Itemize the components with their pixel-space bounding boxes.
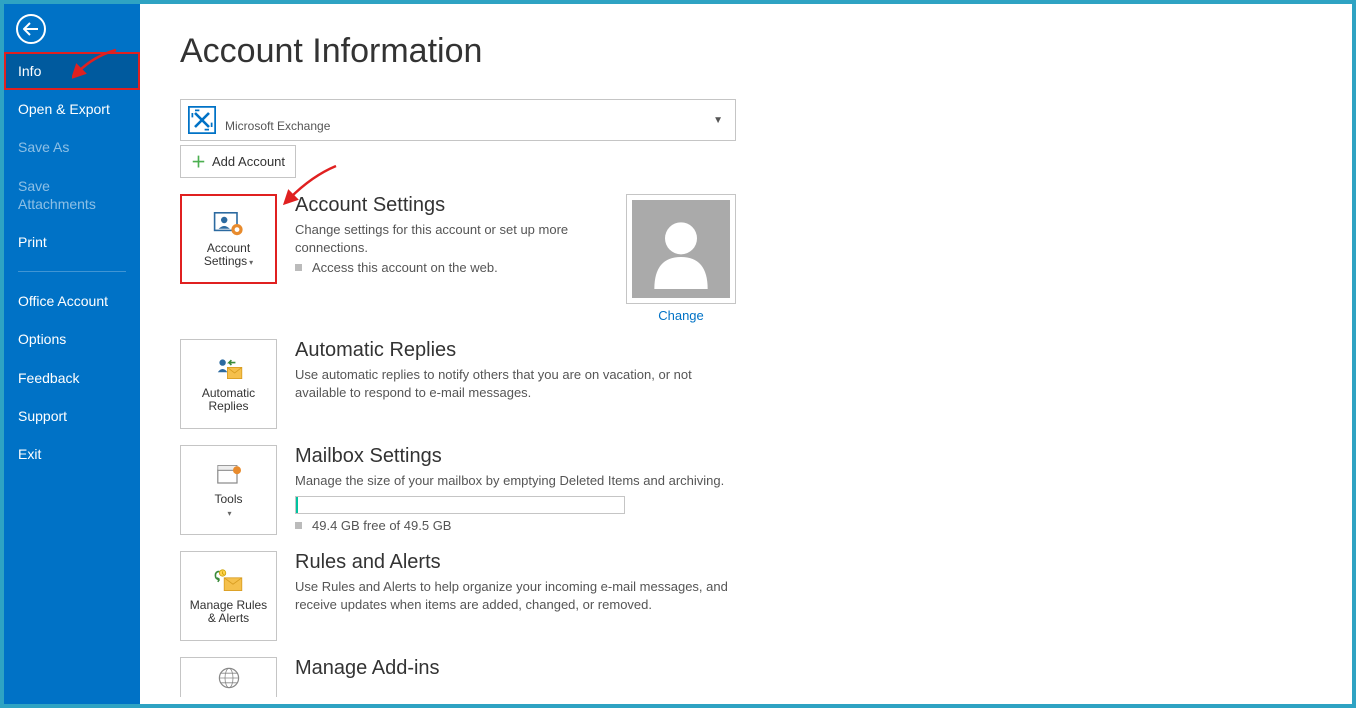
manage-addins-tile[interactable] xyxy=(180,657,277,697)
person-placeholder-icon xyxy=(641,209,721,289)
section-title-manage-addins: Manage Add-ins xyxy=(295,657,440,680)
page-title: Account Information xyxy=(180,32,1312,71)
rules-alerts-icon xyxy=(213,567,245,595)
chevron-down-icon: ▼ xyxy=(713,115,723,126)
back-button[interactable] xyxy=(16,14,46,44)
sidebar-item-info[interactable]: Info xyxy=(4,52,140,90)
change-photo-link[interactable]: Change xyxy=(658,308,704,323)
tools-icon xyxy=(213,461,245,489)
tile-label: Account Settings▾ xyxy=(186,242,271,268)
mailbox-usage-bar xyxy=(295,496,625,514)
sidebar-item-save-as: Save As xyxy=(4,128,140,166)
add-account-button[interactable]: ＋ Add Account xyxy=(180,145,296,178)
section-title-rules-alerts: Rules and Alerts xyxy=(295,551,735,574)
add-account-label: Add Account xyxy=(212,154,285,169)
sidebar-item-support[interactable]: Support xyxy=(4,397,140,435)
sidebar-separator xyxy=(18,271,126,272)
exchange-icon xyxy=(187,105,217,135)
web-access-text: Access this account on the web. xyxy=(312,260,498,275)
mailbox-usage-fill xyxy=(296,497,298,513)
tile-label: Automatic Replies xyxy=(185,387,272,413)
sidebar-item-label: Info xyxy=(18,63,41,79)
automatic-replies-tile[interactable]: Automatic Replies xyxy=(180,339,277,429)
file-backstage-sidebar: Info Open & Export Save As Save Attachme… xyxy=(4,4,140,704)
sidebar-item-label: Office Account xyxy=(18,293,108,309)
back-arrow-icon xyxy=(23,22,39,36)
mailbox-free-text: 49.4 GB free of 49.5 GB xyxy=(312,518,451,533)
account-type-label: Microsoft Exchange xyxy=(225,119,330,133)
sidebar-item-label: Print xyxy=(18,234,47,250)
sidebar-item-label: Save Attachments xyxy=(18,178,96,212)
avatar xyxy=(626,194,736,304)
account-settings-tile[interactable]: Account Settings▾ xyxy=(180,194,277,284)
main-content: Account Information Microsoft Exchange ▼… xyxy=(140,4,1352,704)
sidebar-item-label: Open & Export xyxy=(18,101,110,117)
sidebar-item-label: Exit xyxy=(18,446,41,462)
sidebar-item-open-export[interactable]: Open & Export xyxy=(4,90,140,128)
sidebar-item-exit[interactable]: Exit xyxy=(4,435,140,473)
addins-globe-icon xyxy=(213,664,245,692)
account-settings-icon xyxy=(213,210,245,238)
sidebar-item-feedback[interactable]: Feedback xyxy=(4,359,140,397)
section-title-account-settings: Account Settings xyxy=(295,194,626,217)
sidebar-item-print[interactable]: Print xyxy=(4,223,140,261)
section-desc: Use Rules and Alerts to help organize yo… xyxy=(295,578,735,613)
plus-icon: ＋ xyxy=(191,151,206,172)
tools-tile[interactable]: Tools▾ xyxy=(180,445,277,535)
account-selector-dropdown[interactable]: Microsoft Exchange ▼ xyxy=(180,99,736,141)
manage-rules-alerts-tile[interactable]: Manage Rules & Alerts xyxy=(180,551,277,641)
sidebar-item-label: Support xyxy=(18,408,67,424)
sidebar-item-label: Feedback xyxy=(18,370,79,386)
section-desc: Use automatic replies to notify others t… xyxy=(295,366,735,401)
section-title-mailbox-settings: Mailbox Settings xyxy=(295,445,724,468)
sidebar-item-office-account[interactable]: Office Account xyxy=(4,282,140,320)
tile-label: Manage Rules & Alerts xyxy=(185,599,272,625)
sidebar-item-label: Options xyxy=(18,331,66,347)
section-desc: Manage the size of your mailbox by empty… xyxy=(295,472,724,490)
sidebar-item-options[interactable]: Options xyxy=(4,320,140,358)
section-desc: Change settings for this account or set … xyxy=(295,221,626,256)
sidebar-item-label: Save As xyxy=(18,139,69,155)
automatic-replies-icon xyxy=(213,355,245,383)
bullet-icon xyxy=(295,264,302,271)
sidebar-item-save-attachments: Save Attachments xyxy=(4,167,140,223)
tile-label: Tools▾ xyxy=(214,493,242,519)
bullet-icon xyxy=(295,522,302,529)
section-title-automatic-replies: Automatic Replies xyxy=(295,339,735,362)
